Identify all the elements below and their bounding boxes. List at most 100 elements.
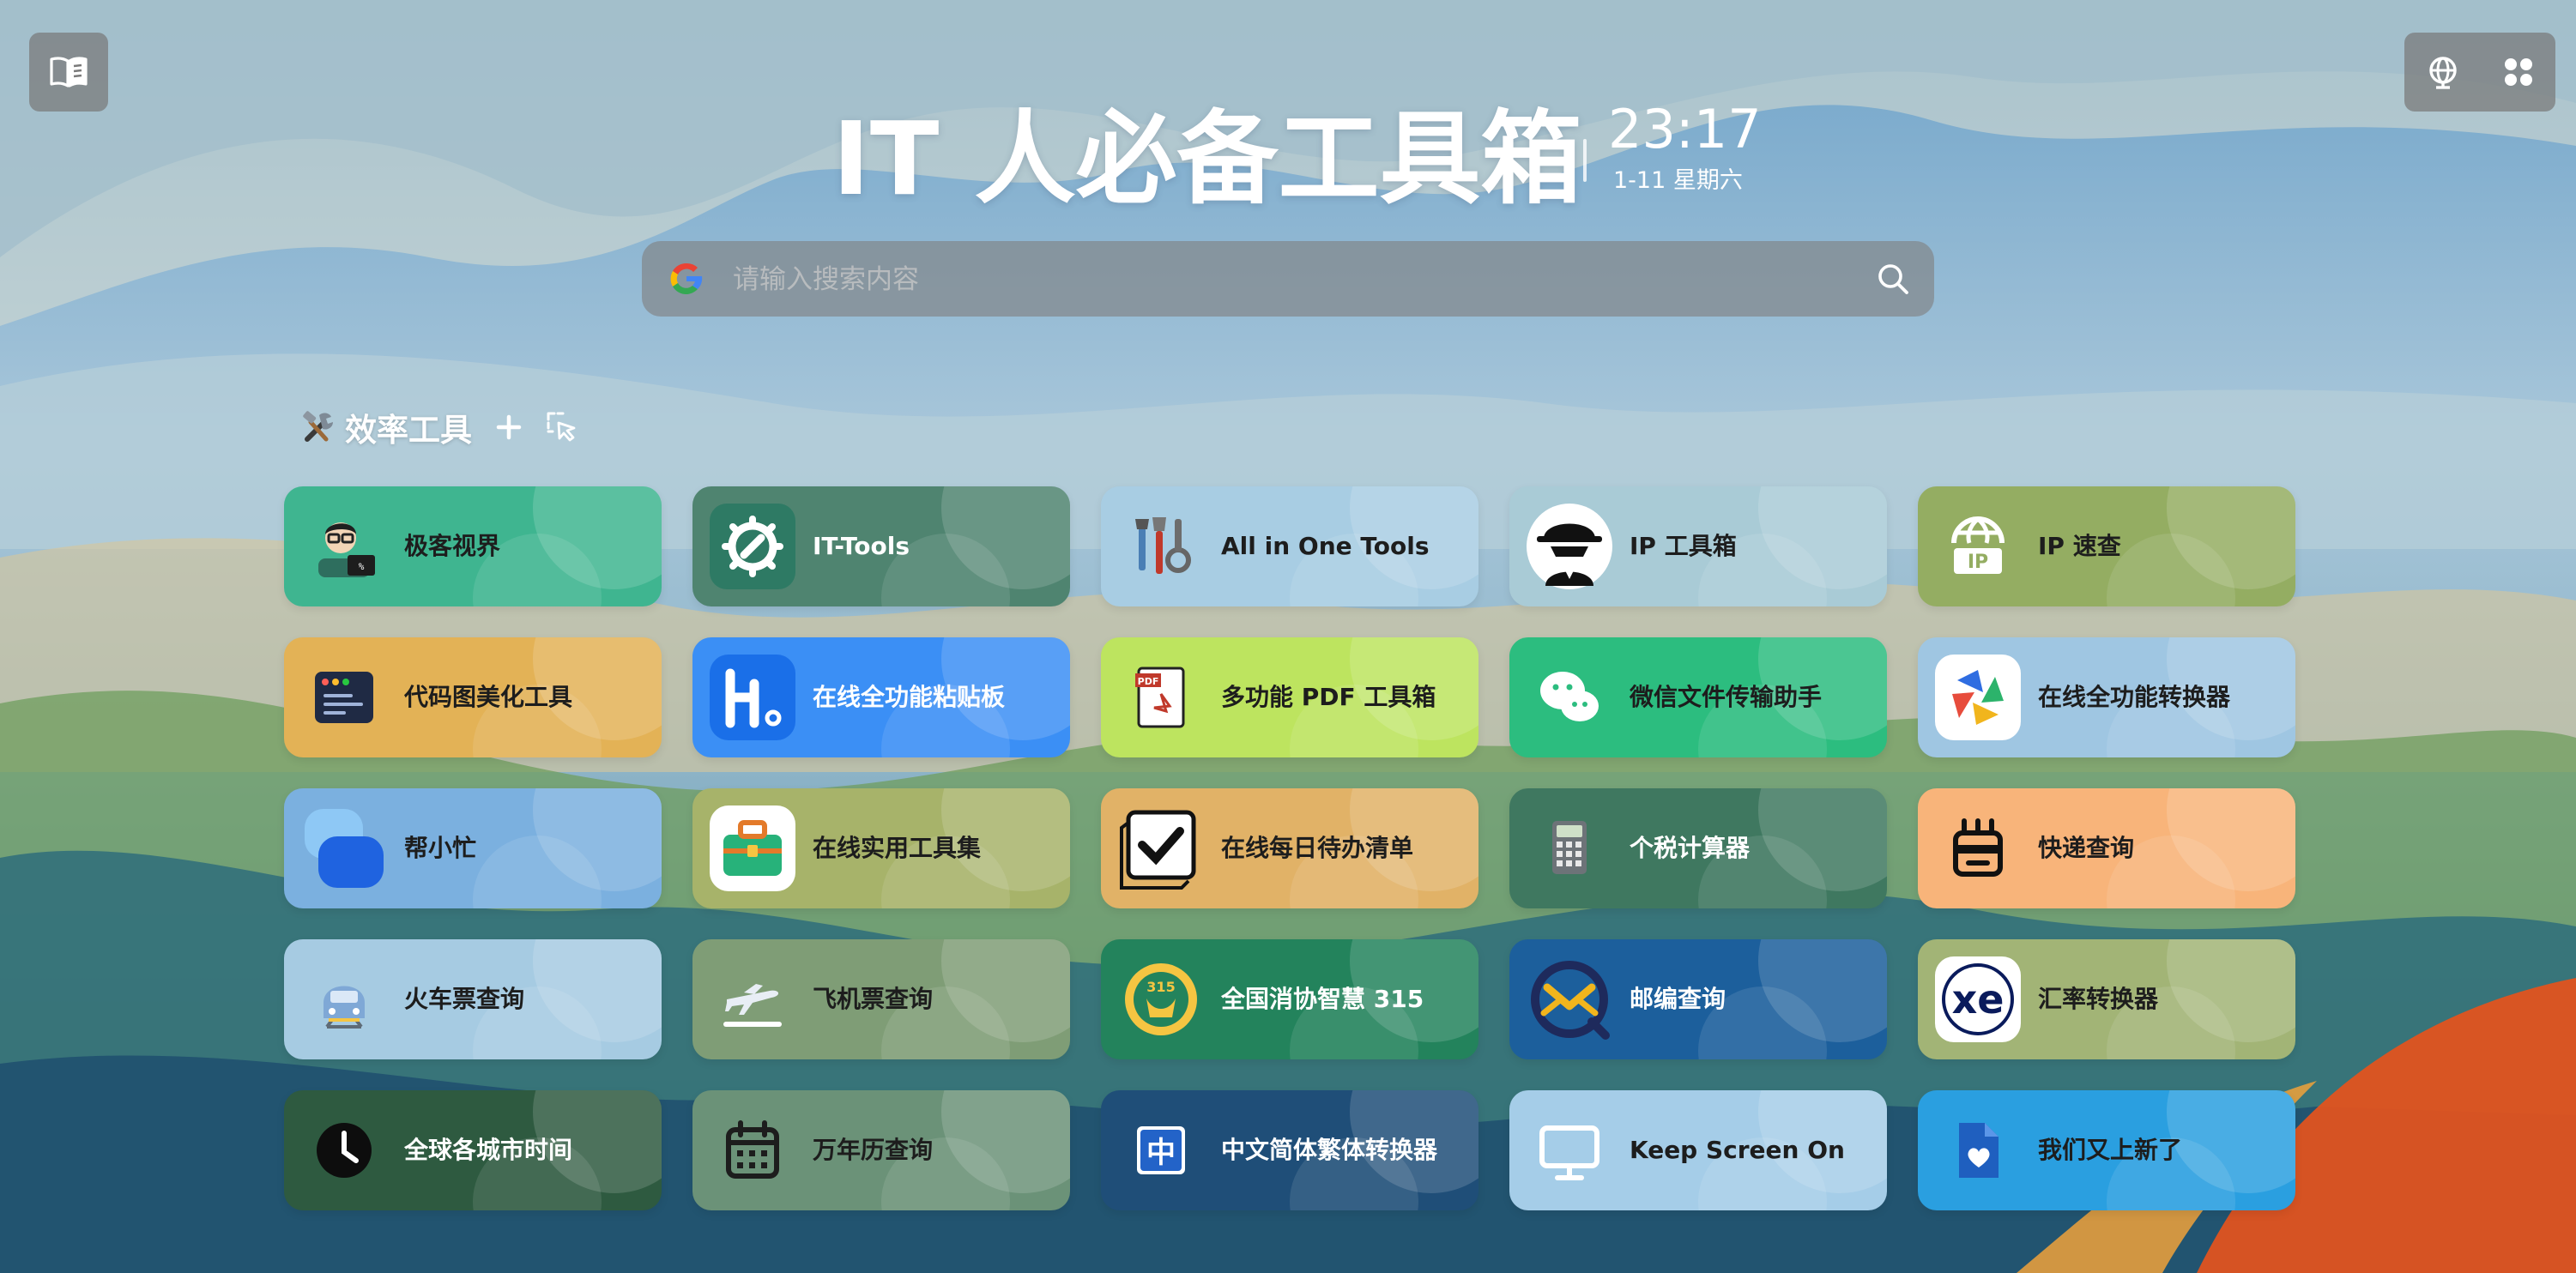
tool-label: Keep Screen On <box>1630 1136 1845 1164</box>
airplane-icon <box>710 956 795 1042</box>
select-icon[interactable] <box>546 411 578 443</box>
clock-icon <box>301 1107 387 1193</box>
tool-label: 个税计算器 <box>1630 834 1751 862</box>
tool-label: 我们又上新了 <box>2038 1136 2183 1164</box>
wechat-icon <box>1527 655 1612 740</box>
tool-card[interactable]: 在线实用工具集 <box>692 788 1070 908</box>
tool-card[interactable]: 在线全功能粘贴板 <box>692 637 1070 757</box>
tool-card[interactable]: All in One Tools <box>1101 486 1478 606</box>
tool-label: 万年历查询 <box>813 1136 934 1164</box>
consumer-315-icon: 315 <box>1118 956 1204 1042</box>
tools-set-icon <box>1118 504 1204 589</box>
tool-label: All in One Tools <box>1221 532 1430 560</box>
tool-label: 在线实用工具集 <box>813 834 982 862</box>
tool-card[interactable]: IT-Tools <box>692 486 1070 606</box>
tool-card[interactable]: 在线全功能转换器 <box>1918 637 2295 757</box>
tool-card[interactable]: 个税计算器 <box>1509 788 1887 908</box>
tool-label: 全球各城市时间 <box>404 1136 573 1164</box>
header: IT 人必备工具箱 23:17 1-11 星期六 <box>0 94 2576 223</box>
svg-text:xe: xe <box>1952 976 2005 1023</box>
delivery-box-icon <box>1935 805 2021 891</box>
tool-label: 代码图美化工具 <box>404 683 573 711</box>
section-header: 效率工具 <box>300 401 578 453</box>
calculator-icon <box>1527 805 1612 891</box>
toolbox-icon <box>710 805 795 891</box>
tool-label: 汇率转换器 <box>2038 985 2159 1013</box>
tool-card[interactable]: 我们又上新了 <box>1918 1090 2295 1210</box>
postcode-icon <box>1527 956 1612 1042</box>
tool-card[interactable]: 微信文件传输助手 <box>1509 637 1887 757</box>
tool-grid: % 极客视界 IT-Tools All in One Tools IP 工具箱 IP IP … <box>284 486 2295 1211</box>
clock-time: 23:17 <box>1608 98 1762 160</box>
helper-icon <box>301 805 387 891</box>
title-divider <box>1583 139 1587 182</box>
tool-label: 快递查询 <box>2038 834 2135 862</box>
plus-icon[interactable] <box>496 414 522 440</box>
section-title: 效率工具 <box>345 412 472 449</box>
page-title: IT 人必备工具箱 <box>832 100 1582 218</box>
book-icon <box>50 57 88 87</box>
tool-label: 飞机票查询 <box>813 985 934 1013</box>
svg-text:中: 中 <box>1146 1136 1176 1170</box>
tool-label: IP 速查 <box>2038 532 2121 560</box>
tool-label: 邮编查询 <box>1630 985 1726 1013</box>
tool-card[interactable]: 帮小忙 <box>284 788 662 908</box>
svg-text:PDF: PDF <box>1138 676 1159 687</box>
tool-label: 全国消协智慧 315 <box>1221 985 1424 1013</box>
tool-card[interactable]: 全球各城市时间 <box>284 1090 662 1210</box>
tool-label: 极客视界 <box>404 532 501 560</box>
convert-logo-icon <box>1935 655 2021 740</box>
pdf-icon: PDF <box>1118 655 1204 740</box>
clipboard-h-icon <box>710 655 795 740</box>
globe-icon <box>2428 57 2457 89</box>
checkbox-icon <box>1118 805 1204 891</box>
tool-card[interactable]: 中 中文简体繁体转换器 <box>1101 1090 1478 1210</box>
tool-card[interactable]: IP IP 速查 <box>1918 486 2295 606</box>
geek-avatar-icon: % <box>301 504 387 589</box>
tool-card[interactable]: 315 全国消协智慧 315 <box>1101 939 1478 1059</box>
tool-card[interactable]: 火车票查询 <box>284 939 662 1059</box>
file-heart-icon <box>1935 1107 2021 1193</box>
monitor-icon <box>1527 1107 1612 1193</box>
tool-label: 中文简体繁体转换器 <box>1221 1136 1438 1164</box>
svg-text:315: 315 <box>1146 979 1175 995</box>
tool-card[interactable]: 代码图美化工具 <box>284 637 662 757</box>
tool-card[interactable]: % 极客视界 <box>284 486 662 606</box>
grid-icon <box>2504 58 2532 86</box>
tool-card[interactable]: xe 汇率转换器 <box>1918 939 2295 1059</box>
search-bar <box>642 241 1934 317</box>
tool-card[interactable]: 快递查询 <box>1918 788 2295 908</box>
tool-label: 多功能 PDF 工具箱 <box>1221 683 1436 711</box>
tool-card[interactable]: IP 工具箱 <box>1509 486 1887 606</box>
tool-label: 在线每日待办清单 <box>1221 834 1414 862</box>
apps-grid-button[interactable] <box>2502 56 2535 88</box>
globe-ip-icon: IP <box>1935 504 2021 589</box>
tool-card[interactable]: 在线每日待办清单 <box>1101 788 1478 908</box>
search-input[interactable] <box>731 253 1850 306</box>
zhong-icon: 中 <box>1118 1107 1204 1193</box>
svg-text:IP: IP <box>1968 552 1988 573</box>
tool-card[interactable]: 邮编查询 <box>1509 939 1887 1059</box>
tool-label: 在线全功能转换器 <box>2038 683 2231 711</box>
tool-card[interactable]: 飞机票查询 <box>692 939 1070 1059</box>
xe-icon: xe <box>1935 956 2021 1042</box>
svg-text:%: % <box>359 561 365 572</box>
tool-label: 在线全功能粘贴板 <box>813 683 1006 711</box>
tool-label: 火车票查询 <box>404 985 525 1013</box>
spy-icon <box>1527 504 1612 589</box>
tool-label: 帮小忙 <box>404 834 477 862</box>
tool-label: 微信文件传输助手 <box>1630 683 1823 711</box>
code-window-icon <box>301 655 387 740</box>
tools-icon <box>303 411 333 442</box>
calendar-icon <box>710 1107 795 1193</box>
search-icon[interactable] <box>1876 262 1910 296</box>
tool-label: IT-Tools <box>813 532 910 560</box>
clock-date: 1-11 星期六 <box>1613 167 1743 194</box>
globe-button[interactable] <box>2426 55 2460 89</box>
tool-card[interactable]: 万年历查询 <box>692 1090 1070 1210</box>
google-icon[interactable] <box>668 260 705 298</box>
train-icon <box>301 956 387 1042</box>
tool-card[interactable]: PDF 多功能 PDF 工具箱 <box>1101 637 1478 757</box>
tool-label: IP 工具箱 <box>1630 532 1737 560</box>
tool-card[interactable]: Keep Screen On <box>1509 1090 1887 1210</box>
